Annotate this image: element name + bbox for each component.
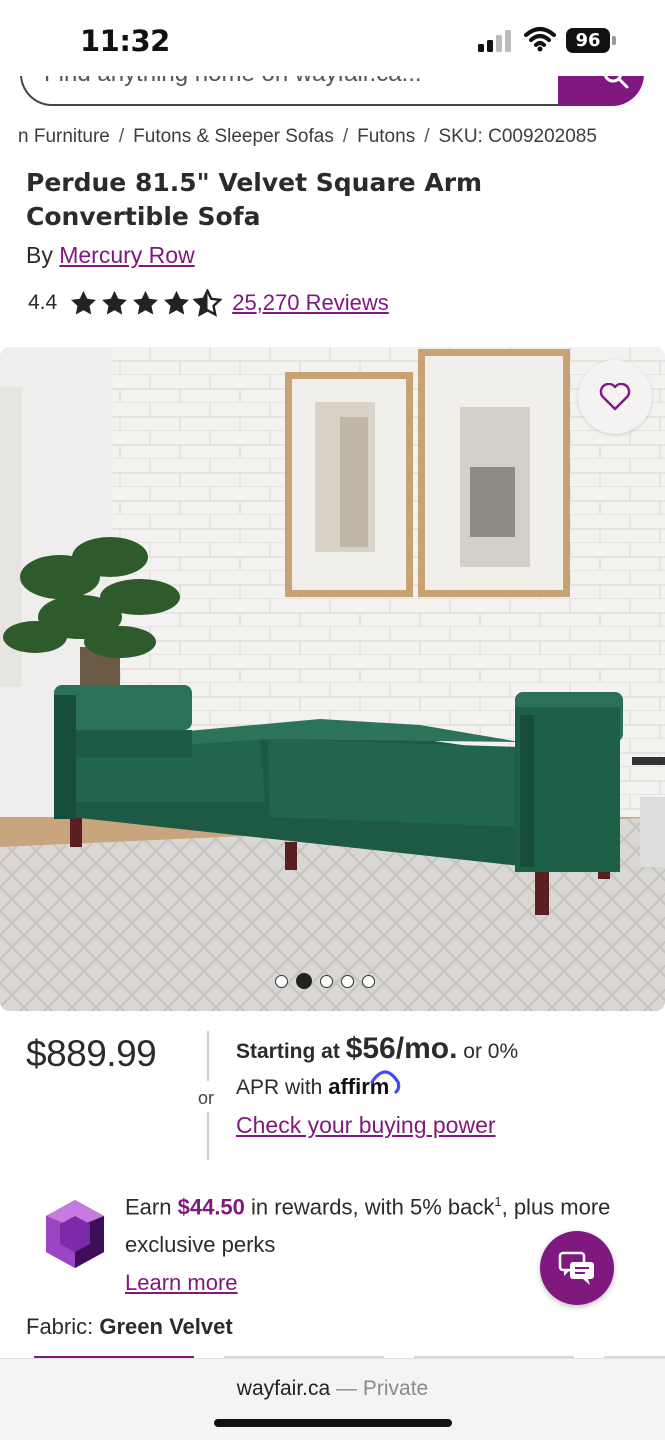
chat-icon bbox=[558, 1251, 594, 1285]
carousel-dot[interactable] bbox=[320, 974, 333, 988]
price-divider-top bbox=[207, 1031, 209, 1081]
financing-info: Starting at $56/mo. or 0% APR with affir… bbox=[236, 1032, 656, 1139]
starting-at-label: Starting at bbox=[236, 1040, 340, 1063]
brand-link[interactable]: Mercury Row bbox=[59, 242, 194, 268]
home-indicator[interactable] bbox=[214, 1419, 452, 1427]
rating-stars bbox=[69, 288, 223, 318]
rewards-footnote: 1 bbox=[494, 1194, 502, 1209]
product-photo bbox=[0, 347, 665, 1011]
star-icon bbox=[164, 290, 190, 314]
product-price: $889.99 bbox=[26, 1033, 157, 1074]
learn-more-link[interactable]: Learn more bbox=[125, 1270, 238, 1295]
rewards-earn: Earn bbox=[125, 1194, 172, 1220]
gem-icon bbox=[46, 1200, 104, 1268]
browser-address-bar[interactable]: wayfair.ca — Private bbox=[0, 1358, 665, 1440]
signal-icon bbox=[478, 30, 511, 52]
financing-line-2: APR with affirm bbox=[236, 1070, 656, 1100]
product-title: Perdue 81.5" Velvet Square Arm Convertib… bbox=[26, 168, 483, 231]
heart-icon bbox=[599, 383, 631, 411]
breadcrumb-item[interactable]: Futons & Sleeper Sofas bbox=[133, 126, 334, 147]
url-separator: — bbox=[330, 1377, 363, 1400]
fabric-selector-label: Fabric: Green Velvet bbox=[26, 1314, 233, 1340]
carousel-dot[interactable] bbox=[275, 974, 288, 988]
private-mode-label: Private bbox=[362, 1377, 429, 1400]
chat-button[interactable] bbox=[540, 1231, 614, 1305]
star-half-icon bbox=[193, 288, 223, 317]
product-image-carousel[interactable] bbox=[0, 347, 665, 1011]
wifi-icon bbox=[524, 27, 556, 52]
monthly-price: $56/mo. bbox=[345, 1032, 458, 1065]
star-icon bbox=[102, 290, 128, 314]
url-domain: wayfair.ca bbox=[236, 1377, 331, 1400]
breadcrumb-sku: SKU: C009202085 bbox=[438, 126, 597, 147]
breadcrumb: n Furniture / Futons & Sleeper Sofas / Futon… bbox=[18, 126, 597, 147]
zero-percent-label: or 0% bbox=[463, 1040, 519, 1063]
byline-prefix: By bbox=[26, 242, 53, 268]
status-bar: 11:32 96 bbox=[0, 0, 665, 76]
carousel-dot-active[interactable] bbox=[296, 973, 312, 989]
carousel-dots bbox=[275, 973, 375, 989]
check-buying-power-link[interactable]: Check your buying power bbox=[236, 1112, 656, 1139]
breadcrumb-item[interactable]: n Furniture bbox=[18, 126, 110, 147]
or-label: or bbox=[198, 1088, 215, 1108]
price-divider-bottom bbox=[207, 1112, 209, 1160]
status-time: 11:32 bbox=[80, 24, 170, 58]
affirm-arc-icon bbox=[370, 1070, 401, 1094]
financing-line-1: Starting at $56/mo. or 0% bbox=[236, 1032, 656, 1066]
carousel-dot[interactable] bbox=[362, 974, 375, 988]
affirm-logo: affirm bbox=[328, 1070, 401, 1099]
breadcrumb-item[interactable]: Futons bbox=[357, 126, 415, 147]
carousel-dot[interactable] bbox=[341, 974, 354, 988]
url-display[interactable]: wayfair.ca — Private bbox=[0, 1377, 665, 1401]
product-byline: By Mercury Row bbox=[26, 242, 195, 269]
rewards-text: in rewards, with 5% back bbox=[251, 1194, 495, 1220]
star-icon bbox=[71, 290, 97, 314]
apr-label: APR with bbox=[236, 1076, 323, 1099]
reviews-link[interactable]: 25,270 Reviews bbox=[232, 290, 389, 316]
fabric-value: Green Velvet bbox=[99, 1314, 233, 1339]
battery-level: 96 bbox=[575, 30, 601, 51]
rating-value: 4.4 bbox=[28, 291, 58, 314]
battery-indicator: 96 bbox=[566, 28, 616, 53]
favorite-button[interactable] bbox=[578, 360, 652, 434]
rating-row: 4.4 25,270 Reviews bbox=[28, 287, 389, 319]
fabric-label: Fabric: bbox=[26, 1314, 94, 1339]
star-icon bbox=[133, 290, 159, 314]
rewards-amount: $44.50 bbox=[177, 1194, 245, 1220]
